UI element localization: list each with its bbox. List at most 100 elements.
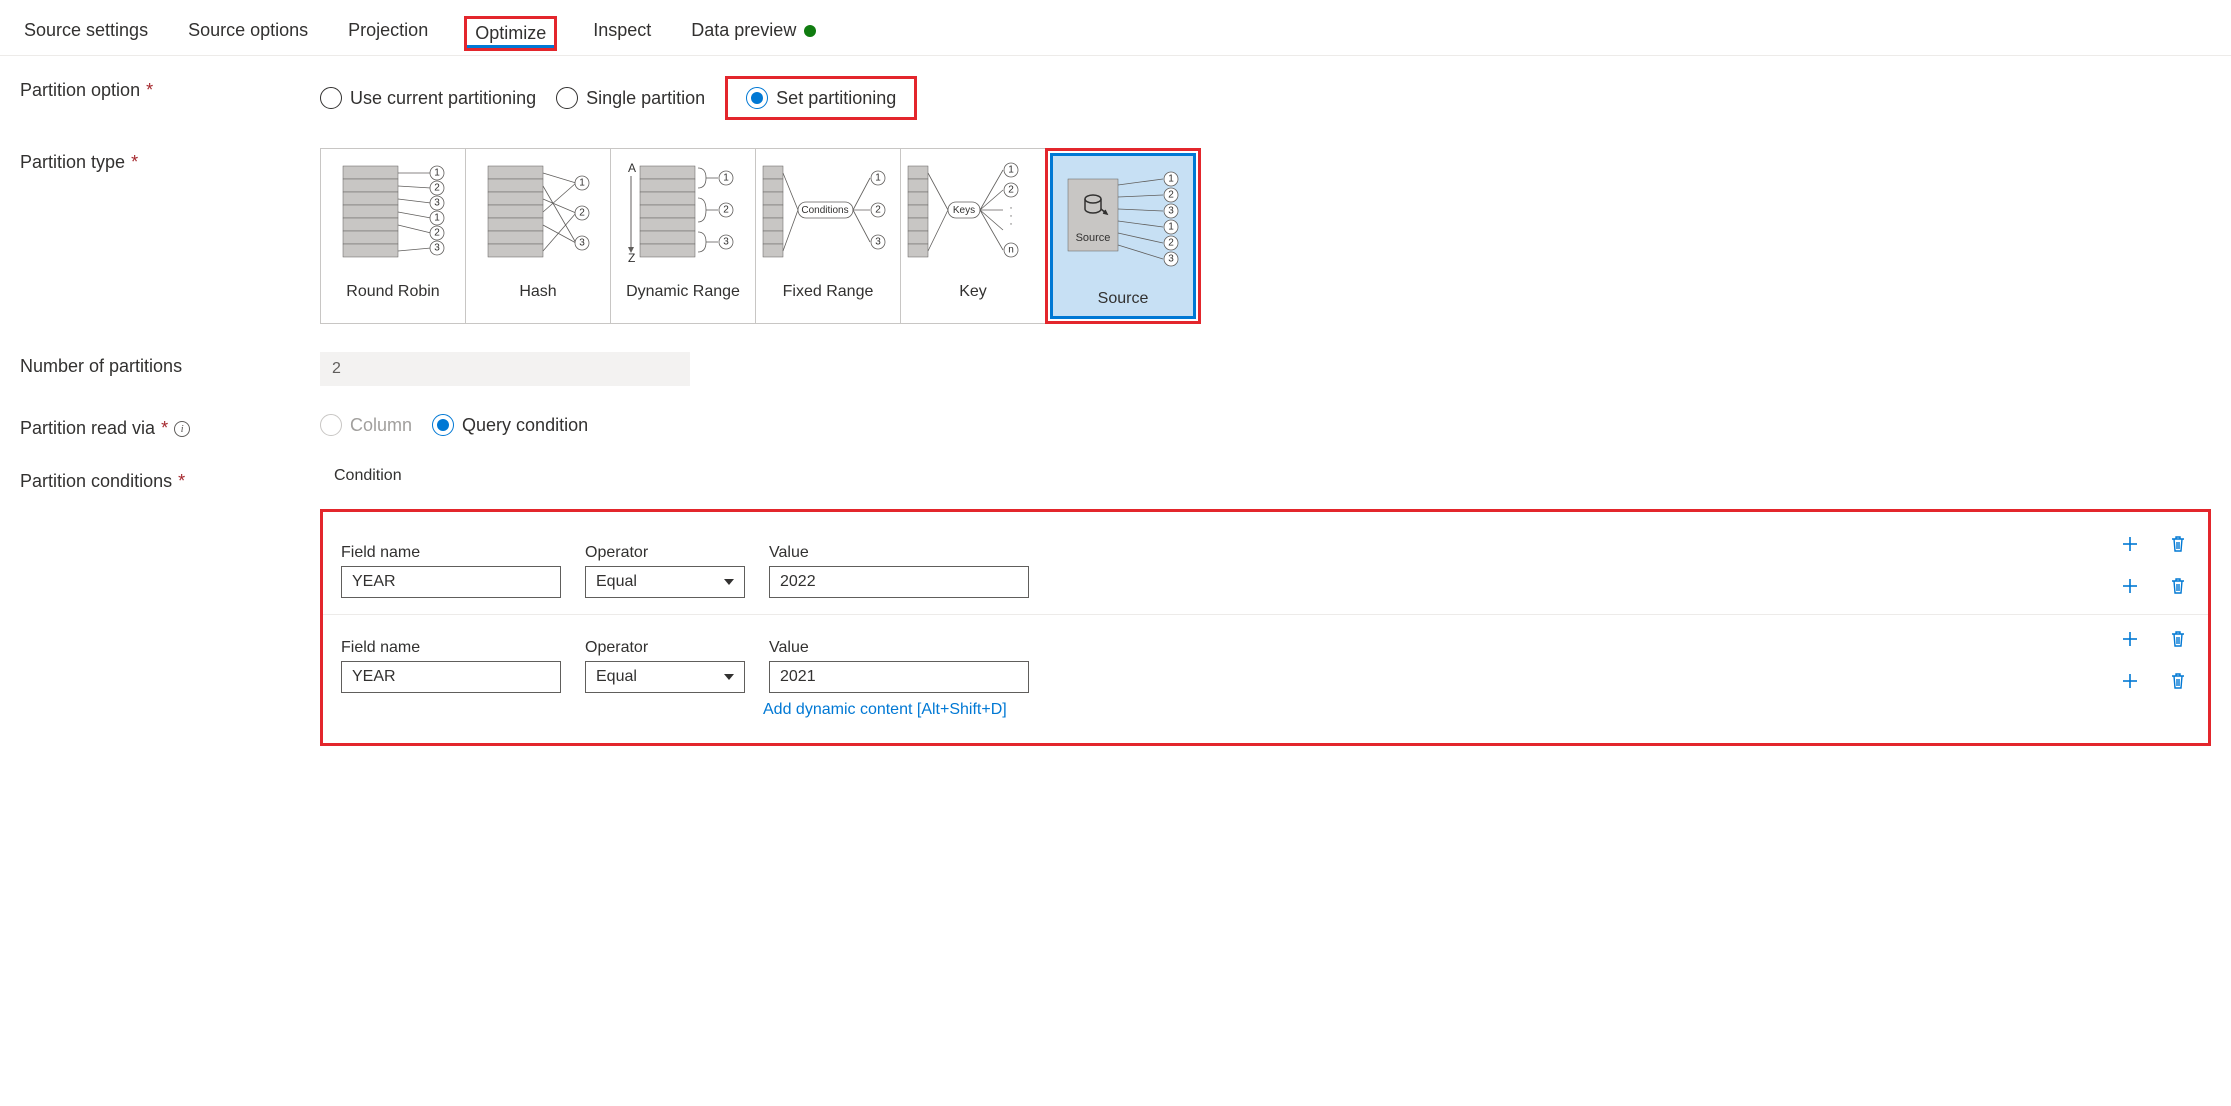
control-partition-option: Use current partitioning Single partitio… xyxy=(320,76,2211,120)
svg-text:3: 3 xyxy=(723,237,729,248)
tab-source-options[interactable]: Source options xyxy=(184,12,312,55)
select-operator[interactable]: Equal xyxy=(585,661,745,693)
delete-group-icon[interactable] xyxy=(2166,532,2190,556)
svg-text:2: 2 xyxy=(434,228,440,239)
input-value[interactable] xyxy=(769,661,1029,693)
add-dynamic-content-link[interactable]: Add dynamic content [Alt+Shift+D] xyxy=(763,701,2190,719)
condition-fields: Field name Operator Equal xyxy=(341,544,1029,598)
ptype-label-source: Source xyxy=(1098,284,1149,316)
cond-col-operator: Operator Equal xyxy=(585,544,745,598)
svg-text:2: 2 xyxy=(1168,238,1174,249)
ptype-label-dynamic-range: Dynamic Range xyxy=(626,277,740,309)
radio-circle-icon xyxy=(556,87,578,109)
row-partition-read-via: Partition read via * i Column Query cond… xyxy=(20,414,2211,439)
highlight-source-card: Source xyxy=(1045,148,1201,324)
svg-text:1: 1 xyxy=(1008,165,1014,176)
required-asterisk: * xyxy=(178,471,185,492)
input-field-name[interactable] xyxy=(341,661,561,693)
label-field-name: Field name xyxy=(341,544,561,562)
input-value[interactable] xyxy=(769,566,1029,598)
label-partition-conditions: Partition conditions * xyxy=(20,467,320,492)
select-operator[interactable]: Equal xyxy=(585,566,745,598)
condition-actions xyxy=(2118,669,2190,693)
radio-group-read-via: Column Query condition xyxy=(320,414,2211,436)
group-actions xyxy=(2118,627,2190,651)
info-icon[interactable]: i xyxy=(174,421,190,437)
svg-text:2: 2 xyxy=(723,205,729,216)
input-number-of-partitions xyxy=(320,352,690,386)
label-value: Value xyxy=(769,639,1029,657)
radio-query-label: Query condition xyxy=(462,415,588,436)
add-group-icon[interactable] xyxy=(2118,627,2142,651)
svg-text:2: 2 xyxy=(875,205,881,216)
label-number-of-partitions-text: Number of partitions xyxy=(20,356,182,377)
radio-set-label: Set partitioning xyxy=(776,88,896,109)
cond-col-operator: Operator Equal xyxy=(585,639,745,693)
svg-text:2: 2 xyxy=(579,208,585,219)
delete-condition-icon[interactable] xyxy=(2166,574,2190,598)
condition-right-actions xyxy=(2118,532,2190,598)
condition-header: Condition xyxy=(320,467,2211,485)
svg-text:3: 3 xyxy=(1168,254,1174,265)
add-group-icon[interactable] xyxy=(2118,532,2142,556)
svg-text:.: . xyxy=(1010,217,1013,228)
input-field-name[interactable] xyxy=(341,566,561,598)
ptype-card-source[interactable]: Source xyxy=(1050,153,1196,319)
svg-text:1: 1 xyxy=(1168,222,1174,233)
ptype-card-dynamic-range[interactable]: A Z xyxy=(610,148,756,324)
radio-use-current-label: Use current partitioning xyxy=(350,88,536,109)
label-field-name: Field name xyxy=(341,639,561,657)
ptype-card-key[interactable]: Keys 12 ... n Key xyxy=(900,148,1046,324)
select-operator-value: Equal xyxy=(596,668,637,686)
svg-text:2: 2 xyxy=(434,183,440,194)
cond-col-value: Value xyxy=(769,639,1029,693)
radio-single-partition[interactable]: Single partition xyxy=(556,87,705,109)
ptype-label-round-robin: Round Robin xyxy=(346,277,439,309)
row-partition-type: Partition type * xyxy=(20,148,2211,324)
radio-set-partitioning[interactable]: Set partitioning xyxy=(746,87,896,109)
radio-circle-icon xyxy=(320,87,342,109)
tab-projection[interactable]: Projection xyxy=(344,12,432,55)
ptype-label-hash: Hash xyxy=(519,277,556,309)
svg-text:1: 1 xyxy=(434,168,440,179)
radio-column[interactable]: Column xyxy=(320,414,412,436)
ptype-card-round-robin[interactable]: 123 123 Round Robin xyxy=(320,148,466,324)
required-asterisk: * xyxy=(146,80,153,101)
required-asterisk: * xyxy=(161,418,168,439)
delete-group-icon[interactable] xyxy=(2166,627,2190,651)
svg-text:1: 1 xyxy=(723,173,729,184)
tab-inspect[interactable]: Inspect xyxy=(589,12,655,55)
label-partition-read-via-text: Partition read via xyxy=(20,418,155,439)
delete-condition-icon[interactable] xyxy=(2166,669,2190,693)
ptype-graphic-dynamic-range: A Z xyxy=(611,149,755,277)
svg-text:3: 3 xyxy=(434,198,440,209)
partition-type-cards: 1 2 3 1 2 3 Round Robin xyxy=(320,148,2211,324)
radio-group-partition-option: Use current partitioning Single partitio… xyxy=(320,76,2211,120)
label-partition-type: Partition type * xyxy=(20,148,320,173)
svg-text:1: 1 xyxy=(579,178,585,189)
tab-data-preview-label: Data preview xyxy=(691,20,796,41)
conditions-highlight-box: Field name Operator Equal xyxy=(320,509,2211,746)
chevron-down-icon xyxy=(724,579,734,585)
radio-use-current-partitioning[interactable]: Use current partitioning xyxy=(320,87,536,109)
cond-col-field: Field name xyxy=(341,544,561,598)
radio-circle-icon xyxy=(746,87,768,109)
ptype-graphic-round-robin: 123 123 xyxy=(321,149,465,277)
add-condition-icon[interactable] xyxy=(2118,574,2142,598)
tab-optimize[interactable]: Optimize xyxy=(464,16,557,51)
label-partition-type-text: Partition type xyxy=(20,152,125,173)
svg-text:3: 3 xyxy=(875,237,881,248)
tab-data-preview[interactable]: Data preview xyxy=(687,12,820,55)
svg-text:2: 2 xyxy=(1008,185,1014,196)
tab-source-settings[interactable]: Source settings xyxy=(20,12,152,55)
ptype-card-hash[interactable]: 123 Hash xyxy=(465,148,611,324)
add-condition-icon[interactable] xyxy=(2118,669,2142,693)
radio-query-condition[interactable]: Query condition xyxy=(432,414,588,436)
svg-text:Source: Source xyxy=(1076,232,1111,244)
ptype-card-fixed-range[interactable]: Conditions 123 Fixed Range xyxy=(755,148,901,324)
condition-right-actions xyxy=(2118,627,2190,693)
label-operator: Operator xyxy=(585,639,745,657)
ptype-label-key: Key xyxy=(959,277,987,309)
condition-group: Field name Operator Equal xyxy=(323,615,2208,735)
control-partition-read-via: Column Query condition xyxy=(320,414,2211,436)
